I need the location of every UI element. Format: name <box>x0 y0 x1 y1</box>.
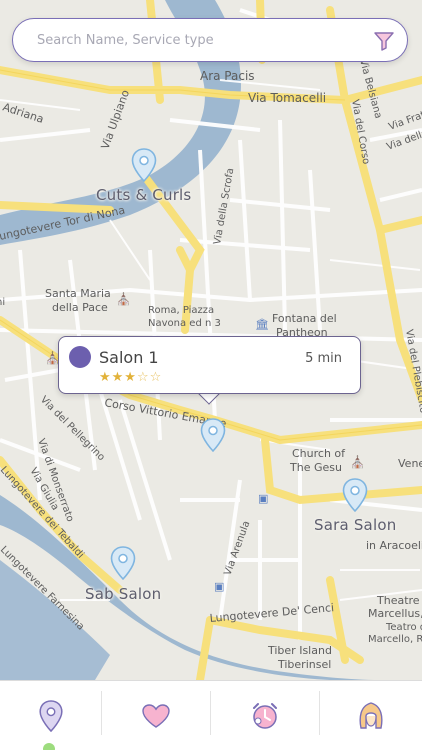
svg-text:ni: ni <box>0 297 5 308</box>
svg-text:Marcellus,: Marcellus, <box>368 607 422 620</box>
stars-filled: ★★★ <box>99 369 137 384</box>
svg-text:Ara Pacis: Ara Pacis <box>200 69 255 83</box>
tab-appointments[interactable] <box>211 681 319 750</box>
salon-pin-sara-salon[interactable] <box>342 478 368 512</box>
salon-label-cuts-curls[interactable]: Cuts & Curls <box>96 186 191 204</box>
svg-text:Theatre: Theatre <box>376 594 420 607</box>
svg-text:Tiberinsel: Tiberinsel <box>277 658 331 671</box>
salon-pin-cuts-curls[interactable] <box>131 148 157 182</box>
rating-stars: ★★★☆☆ <box>99 369 162 385</box>
salon-popup[interactable]: Salon 1 5 min ★★★☆☆ <box>58 336 361 394</box>
svg-text:⛪: ⛪ <box>116 291 131 306</box>
active-tab-indicator <box>43 743 55 750</box>
popup-salon-name: Salon 1 <box>99 348 159 367</box>
location-pin-icon <box>38 700 63 732</box>
svg-text:Teatro di: Teatro di <box>385 622 422 633</box>
salon-label-sara-salon[interactable]: Sara Salon <box>314 516 396 534</box>
popup-travel-time: 5 min <box>305 351 342 366</box>
tab-favorites[interactable] <box>102 681 210 750</box>
tab-profile[interactable] <box>320 681 422 750</box>
svg-text:in Aracoeli: in Aracoeli <box>366 539 422 552</box>
svg-text:The Gesu: The Gesu <box>289 461 342 474</box>
svg-text:▣: ▣ <box>214 581 224 593</box>
svg-text:Santa Maria: Santa Maria <box>45 287 111 300</box>
search-bar <box>12 18 408 62</box>
svg-text:Navona ed n 3: Navona ed n 3 <box>148 318 221 329</box>
alarm-clock-icon <box>253 703 277 729</box>
svg-text:⛪: ⛪ <box>350 454 365 469</box>
svg-text:Roma, Piazza: Roma, Piazza <box>148 305 214 316</box>
svg-text:▣: ▣ <box>258 493 268 505</box>
svg-text:Tiber Island: Tiber Island <box>267 644 332 657</box>
svg-text:Church of: Church of <box>292 447 346 460</box>
search-input[interactable] <box>37 19 367 61</box>
hairstyle-icon <box>359 702 383 729</box>
stars-empty: ☆☆ <box>136 369 163 384</box>
salon-pin-sab-salon[interactable] <box>110 546 136 580</box>
salon-label-sab-salon[interactable]: Sab Salon <box>85 585 161 603</box>
svg-text:🏛: 🏛 <box>255 318 269 331</box>
heart-icon <box>142 704 170 728</box>
filter-icon[interactable] <box>373 30 395 52</box>
svg-text:della Pace: della Pace <box>52 301 108 314</box>
salon-pin-salon-1[interactable] <box>200 418 226 452</box>
salon-avatar-dot <box>69 346 91 368</box>
svg-text:Via Tomacelli: Via Tomacelli <box>248 91 326 105</box>
svg-text:Vene: Vene <box>398 457 422 470</box>
svg-text:Fontana del: Fontana del <box>272 312 337 325</box>
svg-text:Marcello, R: Marcello, R <box>368 634 422 645</box>
bottom-tab-bar <box>0 680 422 750</box>
tab-map[interactable] <box>0 681 101 750</box>
